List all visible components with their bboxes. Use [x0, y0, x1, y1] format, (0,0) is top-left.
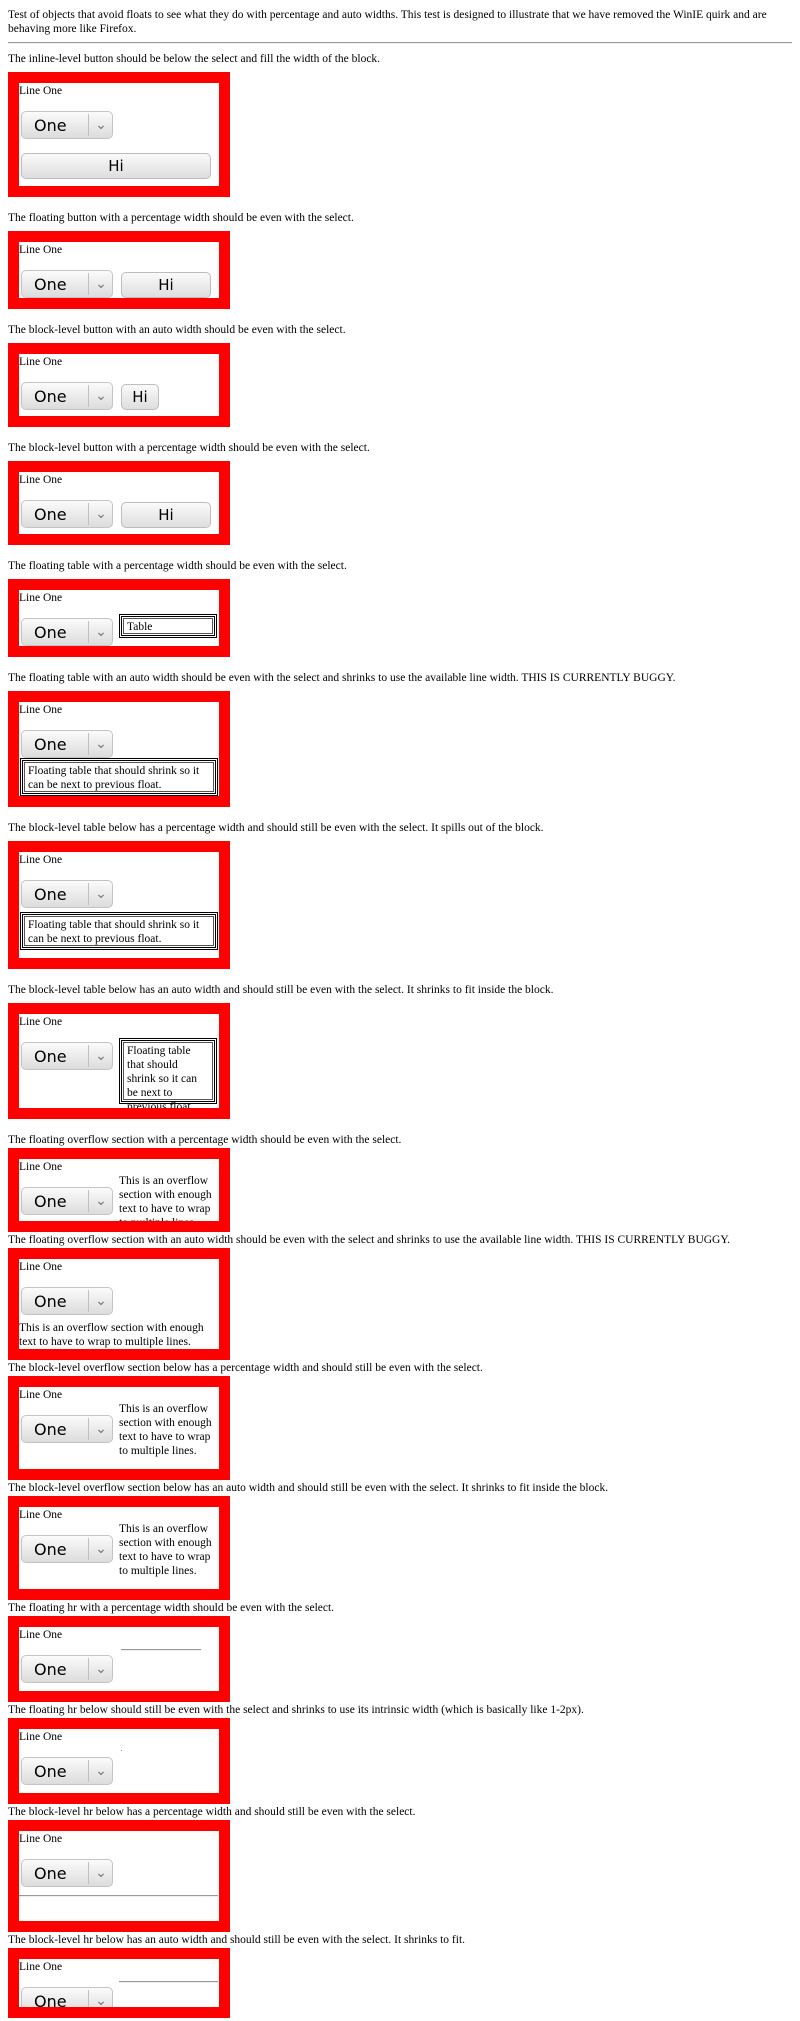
chevron-down-icon: ⌄ — [95, 1293, 107, 1309]
test-box: Line One One ⌄ — [8, 1948, 230, 2018]
section-description: The block-level button with a percentage… — [8, 442, 370, 454]
section-description: The block-level table below has a percen… — [8, 822, 544, 834]
line-one-label: Line One — [19, 1731, 63, 1743]
section-description: The floating overflow section with a per… — [8, 1134, 402, 1146]
test-box: Line One One ⌄ — [8, 1616, 230, 1702]
hi-button[interactable]: Hi — [121, 272, 211, 298]
chevron-down-icon: ⌄ — [95, 506, 107, 522]
table: Floating table that should shrink so it … — [20, 912, 218, 950]
select-dropdown[interactable]: One ⌄ — [21, 1415, 113, 1443]
select-dropdown[interactable]: One ⌄ — [21, 880, 113, 908]
test-box: Line One One ⌄ Hi — [8, 343, 230, 427]
intro-text: Test of objects that avoid floats to see… — [8, 9, 767, 35]
hi-button[interactable]: Hi — [121, 384, 159, 410]
line-one-label: Line One — [19, 474, 63, 486]
overflow-section: This is an overflow section with enough … — [119, 1403, 212, 1457]
section-description: The block-level overflow section below h… — [8, 1362, 483, 1374]
section-description: The block-level hr below has an auto wid… — [8, 1934, 466, 1946]
select-dropdown[interactable]: One ⌄ — [21, 1757, 113, 1785]
test-box: Line One One ⌄ — [8, 1718, 230, 1804]
select-dropdown[interactable]: One ⌄ — [21, 111, 113, 139]
chevron-down-icon: ⌄ — [95, 388, 107, 404]
line-one-label: Line One — [19, 1509, 63, 1521]
line-one-label: Line One — [19, 85, 63, 97]
select-dropdown[interactable]: One ⌄ — [21, 1859, 113, 1887]
line-one-label: Line One — [19, 1016, 63, 1028]
horizontal-rule — [121, 1750, 122, 1751]
test-box: Line One One ⌄ This is an overflow sectio… — [8, 1248, 230, 1360]
section-description: The inline-level button should be below … — [8, 53, 381, 65]
select-dropdown[interactable]: One ⌄ — [21, 730, 113, 758]
select-dropdown[interactable]: One ⌄ — [21, 270, 113, 298]
line-one-label: Line One — [19, 854, 63, 866]
test-box: Line One One ⌄ Floating table that should… — [8, 691, 230, 807]
section-description: The floating hr with a percentage width … — [8, 1602, 335, 1614]
chevron-down-icon: ⌄ — [95, 1193, 107, 1209]
hi-button[interactable]: Hi — [21, 153, 211, 179]
divider — [8, 42, 792, 44]
overflow-section: This is an overflow section with enough … — [19, 1322, 204, 1348]
line-one-label: Line One — [19, 356, 63, 368]
table: Floating table that should shrink so it … — [20, 758, 218, 796]
section-description: The block-level overflow section below h… — [8, 1482, 609, 1494]
horizontal-rule — [121, 1649, 201, 1651]
chevron-down-icon: ⌄ — [95, 1541, 107, 1557]
section-description: The block-level button with an auto widt… — [8, 324, 346, 336]
select-dropdown[interactable]: One ⌄ — [21, 1987, 113, 2009]
select-dropdown[interactable]: One ⌄ — [21, 1655, 113, 1683]
chevron-down-icon: ⌄ — [95, 624, 107, 640]
select-dropdown[interactable]: One ⌄ — [21, 500, 113, 528]
line-one-label: Line One — [19, 1629, 63, 1641]
line-one-label: Line One — [19, 1261, 63, 1273]
section-description: The block-level table below has an auto … — [8, 984, 554, 996]
chevron-down-icon: ⌄ — [95, 1421, 107, 1437]
test-box: Line One One ⌄ Hi — [8, 231, 230, 309]
test-box: Line One One ⌄ This is an overflow sectio… — [8, 1496, 230, 1600]
chevron-down-icon: ⌄ — [95, 117, 107, 133]
line-one-label: Line One — [19, 592, 63, 604]
chevron-down-icon: ⌄ — [95, 736, 107, 752]
section-description: The floating table with a percentage wid… — [8, 560, 347, 572]
section-description: The floating table with an auto width sh… — [8, 672, 676, 684]
hi-button[interactable]: Hi — [121, 502, 211, 528]
test-box: Line One One ⌄ — [8, 1820, 230, 1932]
line-one-label: Line One — [19, 1389, 63, 1401]
line-one-label: Line One — [19, 244, 63, 256]
horizontal-rule — [19, 1895, 218, 1897]
test-box: Line One One ⌄ This is an overflow sectio… — [8, 1148, 230, 1232]
line-one-label: Line One — [19, 704, 63, 716]
test-box: Line One One ⌄ Hi — [8, 72, 230, 197]
chevron-down-icon: ⌄ — [95, 1993, 107, 2009]
select-dropdown[interactable]: One ⌄ — [21, 618, 113, 646]
select-dropdown[interactable]: One ⌄ — [21, 1287, 113, 1315]
overflow-section: This is an overflow section with enough … — [119, 1175, 212, 1229]
horizontal-rule — [119, 1981, 218, 1983]
test-box: Line One One ⌄ Floating table that should… — [8, 1003, 230, 1119]
test-box: Line One One ⌄ This is an overflow sectio… — [8, 1376, 230, 1480]
section-description: The floating hr below should still be ev… — [8, 1704, 584, 1716]
select-dropdown[interactable]: One ⌄ — [21, 1187, 113, 1215]
section-description: The floating button with a percentage wi… — [8, 212, 354, 224]
line-one-label: Line One — [19, 1961, 63, 1973]
overflow-section: This is an overflow section with enough … — [119, 1523, 212, 1577]
chevron-down-icon: ⌄ — [95, 276, 107, 292]
test-box: Line One One ⌄ Hi — [8, 461, 230, 545]
section-description: The floating overflow section with an au… — [8, 1234, 731, 1246]
test-box: Line One One ⌄ Table — [8, 579, 230, 657]
select-dropdown[interactable]: One ⌄ — [21, 382, 113, 410]
line-one-label: Line One — [19, 1833, 63, 1845]
chevron-down-icon: ⌄ — [95, 886, 107, 902]
select-dropdown[interactable]: One ⌄ — [21, 1535, 113, 1563]
chevron-down-icon: ⌄ — [95, 1865, 107, 1881]
chevron-down-icon: ⌄ — [95, 1763, 107, 1779]
test-box: Line One One ⌄ Floating table that should… — [8, 841, 230, 969]
select-dropdown[interactable]: One ⌄ — [21, 1042, 113, 1070]
chevron-down-icon: ⌄ — [95, 1048, 107, 1064]
section-description: The block-level hr below has a percentag… — [8, 1806, 416, 1818]
line-one-label: Line One — [19, 1161, 63, 1173]
chevron-down-icon: ⌄ — [95, 1661, 107, 1677]
table: Floating table that should shrink so it … — [119, 1038, 217, 1108]
table: Table — [119, 614, 217, 638]
